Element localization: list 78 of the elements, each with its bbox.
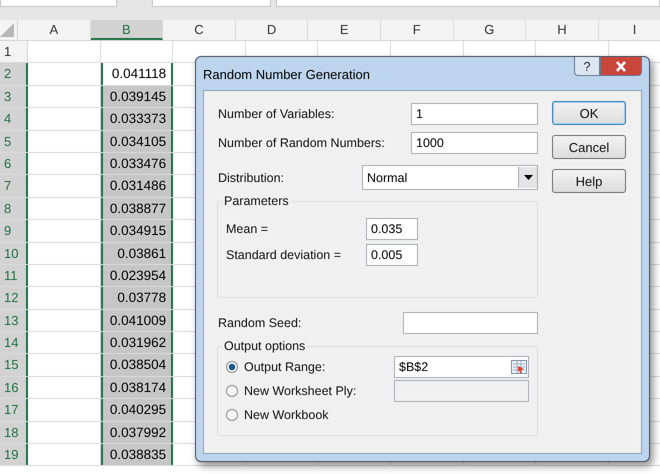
range-picker-icon[interactable] <box>511 360 527 374</box>
row-header[interactable]: 7 <box>0 175 28 197</box>
column-header[interactable]: C <box>163 20 236 40</box>
row-header[interactable]: 10 <box>0 242 28 264</box>
input-field[interactable]: 1000 <box>411 132 538 154</box>
distribution-dropdown[interactable]: Normal <box>362 165 538 190</box>
column-header[interactable]: D <box>236 20 308 40</box>
table-cell: 0.040295 <box>100 399 174 421</box>
table-cell: 0.041009 <box>100 310 174 332</box>
close-button[interactable] <box>600 57 642 76</box>
table-cell: 0.041118 <box>100 63 174 85</box>
select-all-corner[interactable] <box>0 20 18 40</box>
field-label: Standard deviation = <box>226 248 342 262</box>
row-header[interactable]: 2 <box>0 63 28 85</box>
row-header[interactable]: 14 <box>0 332 28 354</box>
field-label: Number of Random Numbers: <box>218 136 385 150</box>
group-title: Output options <box>223 339 306 353</box>
close-icon <box>615 60 627 72</box>
table-cell: 0.038174 <box>100 376 174 398</box>
column-header[interactable]: H <box>526 20 599 40</box>
field-label: Mean = <box>226 222 270 236</box>
table-cell: 0.034915 <box>100 220 174 242</box>
row-header[interactable]: 3 <box>0 86 28 108</box>
radio-button[interactable] <box>226 361 238 373</box>
row-header[interactable]: 4 <box>0 108 28 130</box>
table-cell: 0.03861 <box>100 242 174 264</box>
triangle-icon <box>0 23 14 37</box>
row-header[interactable]: 5 <box>0 130 28 152</box>
table-cell: 0.034105 <box>100 130 174 152</box>
field-label: Random Seed: <box>218 316 302 330</box>
input-field[interactable] <box>403 312 538 334</box>
option-label: New Workbook <box>244 408 330 422</box>
table-cell: 0.033476 <box>100 152 174 174</box>
table-cell: 0.038877 <box>100 198 174 220</box>
column-header[interactable]: B <box>90 20 164 40</box>
field-label: Distribution: <box>218 170 284 184</box>
caret-icon <box>524 175 532 180</box>
input-field[interactable]: $B$2 <box>394 356 529 378</box>
table-cell: 0.039145 <box>100 86 174 108</box>
table-cell: 0.038835 <box>100 444 174 466</box>
row-header[interactable]: 19 <box>0 444 28 466</box>
group-title: Parameters <box>223 194 290 208</box>
dialog-button[interactable]: OK <box>552 101 626 125</box>
row-header[interactable]: 16 <box>0 376 28 398</box>
dialog-button[interactable]: Cancel <box>552 135 626 159</box>
dialog-button[interactable]: Help <box>552 169 626 193</box>
column-header[interactable]: I <box>598 20 660 40</box>
row-header[interactable]: 9 <box>0 220 28 242</box>
input-field[interactable]: 0.035 <box>366 218 418 240</box>
row-header[interactable]: 18 <box>0 422 28 444</box>
table-cell: 0.037992 <box>100 422 174 444</box>
table-cell: 0.023954 <box>100 264 174 286</box>
table-cell: 0.03778 <box>100 287 174 309</box>
row-header[interactable]: 1 <box>0 41 28 62</box>
window-title: Random Number Generation <box>203 67 370 82</box>
row-header[interactable]: 8 <box>0 198 28 220</box>
input-field[interactable] <box>394 380 529 402</box>
radio-button[interactable] <box>226 409 238 421</box>
help-button[interactable]: ? <box>574 57 600 76</box>
row-header[interactable]: 6 <box>0 152 28 174</box>
row-header[interactable]: 12 <box>0 287 28 309</box>
radio-button[interactable] <box>226 385 238 397</box>
row-header[interactable]: 15 <box>0 354 28 376</box>
table-cell: 0.038504 <box>100 354 174 376</box>
table-cell: 0.033373 <box>100 108 174 130</box>
option-label: Output Range: <box>244 360 326 374</box>
table-cell: 0.031486 <box>100 175 174 197</box>
row-header[interactable]: 17 <box>0 399 28 421</box>
field-label: Number of Variables: <box>218 106 334 120</box>
column-header[interactable]: F <box>380 20 454 40</box>
row-header[interactable]: 13 <box>0 310 28 332</box>
option-label: New Worksheet Ply: <box>244 384 358 398</box>
column-header[interactable]: G <box>454 20 526 40</box>
input-field[interactable]: 0.005 <box>366 244 418 266</box>
row-header[interactable]: 11 <box>0 264 28 286</box>
table-cell: 0.031962 <box>100 332 174 354</box>
input-field[interactable]: 1 <box>411 102 538 124</box>
column-header[interactable]: E <box>308 20 381 40</box>
